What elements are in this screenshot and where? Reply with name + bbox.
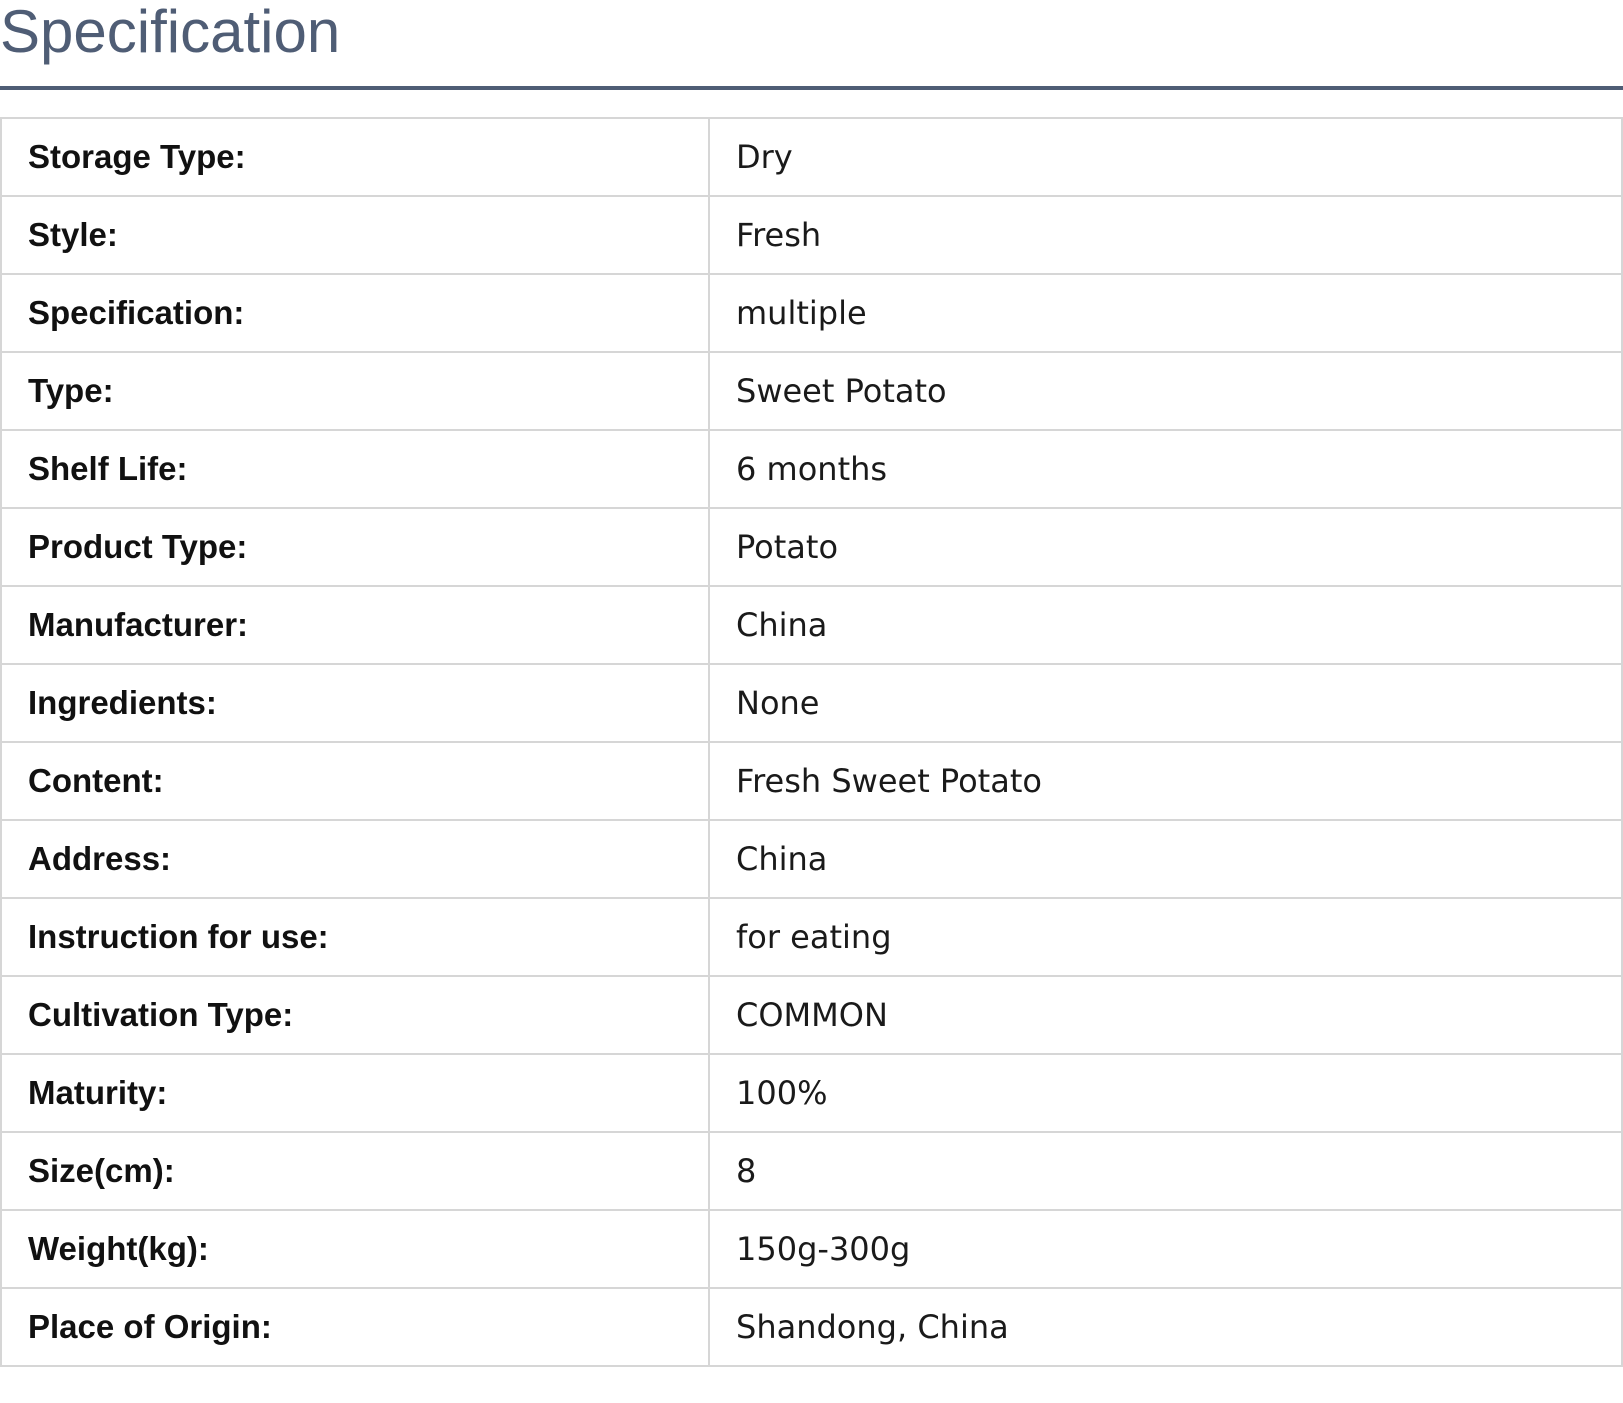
table-row: Weight(kg): 150g-300g [0, 1209, 1623, 1289]
table-row: Specification: multiple [0, 273, 1623, 353]
spec-value: China [708, 585, 1623, 665]
table-row: Instruction for use: for eating [0, 897, 1623, 977]
spec-value: Sweet Potato [708, 351, 1623, 431]
spec-label: Storage Type: [0, 117, 710, 197]
spec-label: Cultivation Type: [0, 975, 710, 1055]
spec-label: Content: [0, 741, 710, 821]
spec-label: Maturity: [0, 1053, 710, 1133]
table-row: Address: China [0, 819, 1623, 899]
spec-value: 8 [708, 1131, 1623, 1211]
spec-value: Shandong, China [708, 1287, 1623, 1367]
spec-value: 150g-300g [708, 1209, 1623, 1289]
specification-table: Storage Type: Dry Style: Fresh Specifica… [0, 117, 1623, 1367]
spec-label: Ingredients: [0, 663, 710, 743]
table-row: Place of Origin: Shandong, China [0, 1287, 1623, 1367]
spec-value: None [708, 663, 1623, 743]
table-row: Type: Sweet Potato [0, 351, 1623, 431]
spec-label: Style: [0, 195, 710, 275]
title-divider [0, 86, 1623, 90]
spec-value: Dry [708, 117, 1623, 197]
table-row: Style: Fresh [0, 195, 1623, 275]
spec-label: Address: [0, 819, 710, 899]
spec-value: 6 months [708, 429, 1623, 509]
spec-value: Fresh [708, 195, 1623, 275]
spec-label: Instruction for use: [0, 897, 710, 977]
spec-label: Manufacturer: [0, 585, 710, 665]
table-row: Product Type: Potato [0, 507, 1623, 587]
spec-value: 100% [708, 1053, 1623, 1133]
page-title: Specification [0, 0, 341, 65]
spec-label: Product Type: [0, 507, 710, 587]
spec-value: Fresh Sweet Potato [708, 741, 1623, 821]
spec-value: Potato [708, 507, 1623, 587]
spec-value: China [708, 819, 1623, 899]
table-row: Size(cm): 8 [0, 1131, 1623, 1211]
spec-label: Place of Origin: [0, 1287, 710, 1367]
spec-value: multiple [708, 273, 1623, 353]
spec-value: for eating [708, 897, 1623, 977]
spec-label: Specification: [0, 273, 710, 353]
spec-label: Weight(kg): [0, 1209, 710, 1289]
table-row: Cultivation Type: COMMON [0, 975, 1623, 1055]
table-row: Maturity: 100% [0, 1053, 1623, 1133]
table-row: Manufacturer: China [0, 585, 1623, 665]
table-row: Ingredients: None [0, 663, 1623, 743]
table-row: Shelf Life: 6 months [0, 429, 1623, 509]
spec-label: Shelf Life: [0, 429, 710, 509]
spec-value: COMMON [708, 975, 1623, 1055]
spec-label: Type: [0, 351, 710, 431]
table-row: Storage Type: Dry [0, 117, 1623, 197]
table-row: Content: Fresh Sweet Potato [0, 741, 1623, 821]
spec-label: Size(cm): [0, 1131, 710, 1211]
